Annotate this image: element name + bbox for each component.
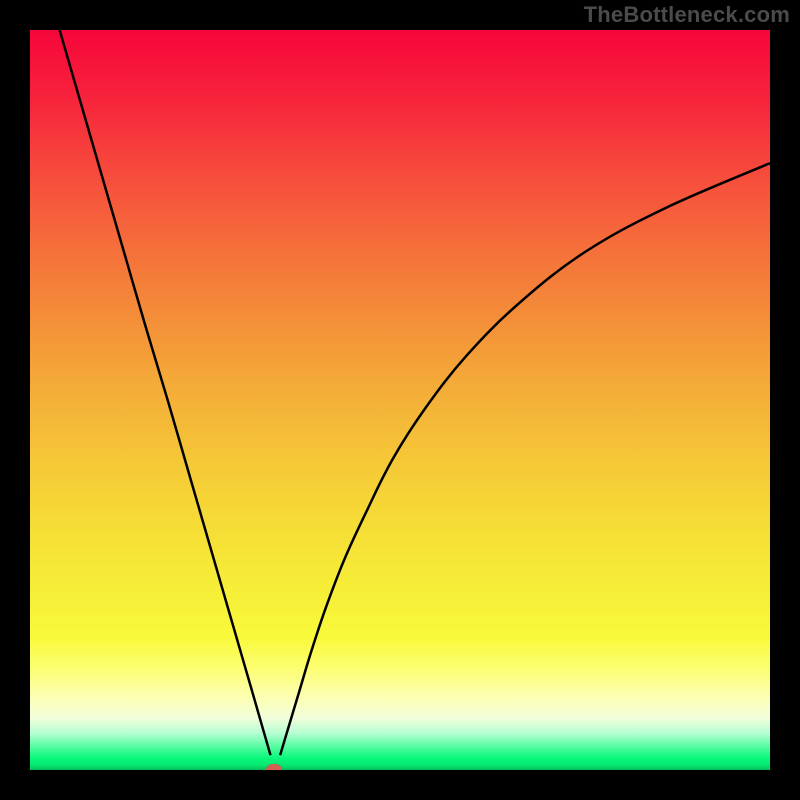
curve-left-branch — [60, 30, 271, 755]
bottleneck-curve — [30, 30, 770, 770]
curve-right-branch — [280, 163, 770, 755]
watermark-text: TheBottleneck.com — [584, 2, 790, 28]
chart-frame: TheBottleneck.com — [0, 0, 800, 800]
optimal-point-marker — [266, 764, 282, 770]
plot-area — [30, 30, 770, 770]
